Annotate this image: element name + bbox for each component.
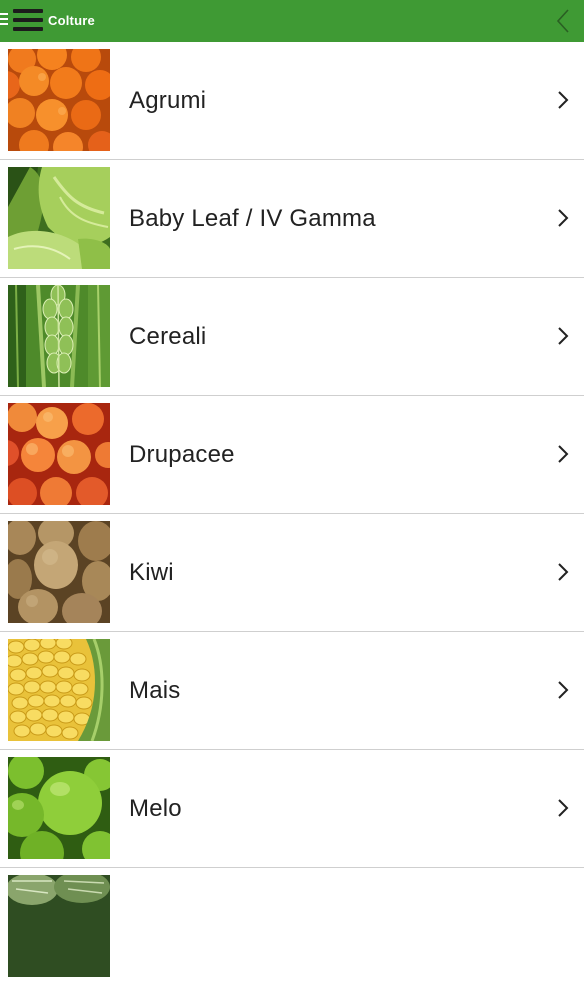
chevron-right-icon [558,327,569,345]
green-apples-thumbnail [8,757,110,859]
list-item-label: Kiwi [129,559,174,586]
list-item-label: Cereali [129,323,207,350]
list-item-mais[interactable]: Mais [0,632,584,750]
lettuce-thumbnail [8,167,110,269]
list-item-label: Drupacee [129,441,235,468]
list-item-partial[interactable] [0,868,584,985]
chevron-right-icon [558,209,569,227]
list-item-kiwi[interactable]: Kiwi [0,514,584,632]
apricots-thumbnail [8,403,110,505]
wheat-thumbnail [8,285,110,387]
kiwi-thumbnail [8,521,110,623]
chevron-right-icon [558,445,569,463]
list-item-label: Baby Leaf / IV Gamma [129,205,376,232]
hamburger-menu-icon[interactable] [13,9,43,33]
chevron-right-icon [558,681,569,699]
list-item-label: Melo [129,795,182,822]
app-bar: Colture [0,0,584,42]
list-item-label: Mais [129,677,181,704]
list-item-agrumi[interactable]: Agrumi [0,42,584,160]
list-item-baby-leaf[interactable]: Baby Leaf / IV Gamma [0,160,584,278]
chevron-right-icon [558,563,569,581]
melons-thumbnail [8,875,110,977]
chevron-left-icon [556,9,569,33]
chevron-right-icon [558,799,569,817]
page-title: Colture [48,13,95,28]
list-item-cereali[interactable]: Cereali [0,278,584,396]
oranges-thumbnail [8,49,110,151]
chevron-right-icon [558,91,569,109]
crop-list: Agrumi Baby Leaf / IV Gamma Cereali Drup… [0,42,584,985]
corn-thumbnail [8,639,110,741]
list-item-label: Agrumi [129,87,207,114]
drawer-indicator-icon [0,13,8,27]
list-item-drupacee[interactable]: Drupacee [0,396,584,514]
back-button[interactable] [552,8,574,34]
list-item-melo[interactable]: Melo [0,750,584,868]
